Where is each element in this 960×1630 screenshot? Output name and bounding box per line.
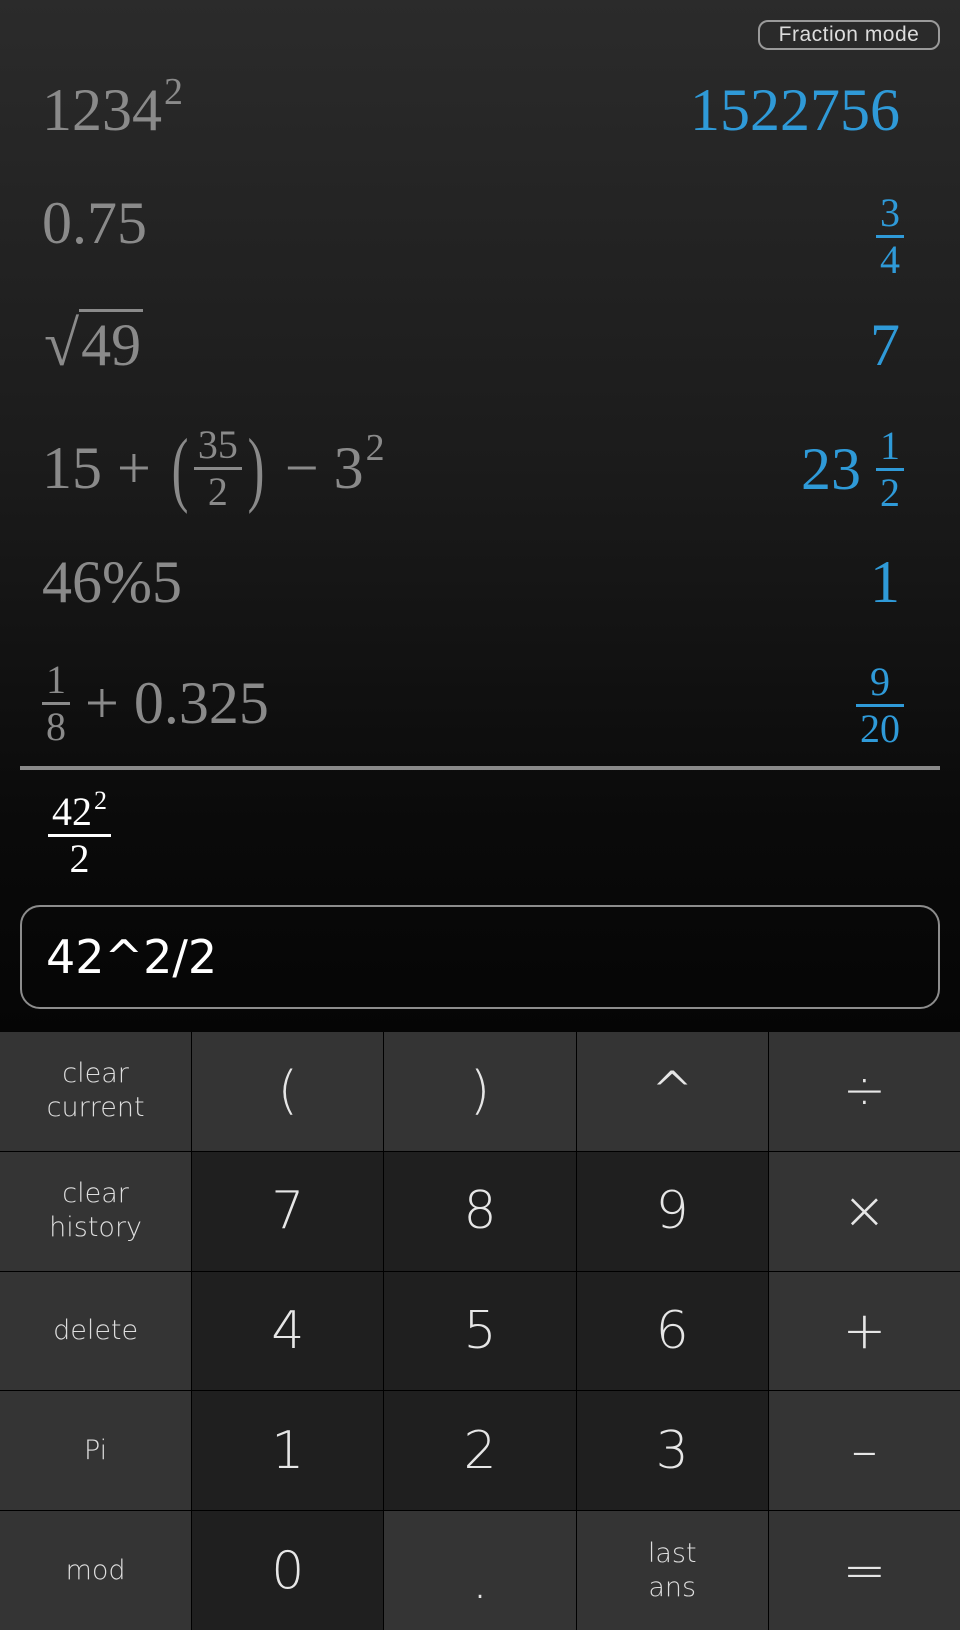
fraction-numerator: 9 — [870, 659, 890, 704]
plus-key[interactable]: + — [768, 1271, 960, 1391]
digit-8-key[interactable]: 8 — [384, 1151, 576, 1271]
expr-part: + 0.325 — [70, 670, 269, 736]
history-row[interactable]: √49 7 — [0, 305, 960, 385]
digit-5-key[interactable]: 5 — [384, 1271, 576, 1391]
clear-current-key[interactable]: clear current — [0, 1032, 192, 1151]
result-fraction: 9 20 — [856, 662, 904, 749]
last-answer-key[interactable]: last ans — [576, 1511, 768, 1630]
history-expression: 1 8 + 0.325 — [42, 660, 269, 747]
delete-key[interactable]: delete — [0, 1271, 192, 1391]
expr-fraction: 35 2 — [193, 422, 242, 514]
history-expression: 46%5 — [42, 549, 182, 615]
digit-7-key[interactable]: 7 — [192, 1151, 384, 1271]
history-result: 3 4 — [876, 193, 904, 280]
digit-3-key[interactable]: 3 — [576, 1391, 768, 1511]
digit-9-key[interactable]: 9 — [576, 1151, 768, 1271]
fraction-numerator: 1 — [880, 423, 900, 468]
square-root: √49 — [44, 307, 144, 381]
history-expression: 15 + ( 35 2 ) − 32 — [42, 420, 385, 517]
calculator-display: Fraction mode 12342 1522756 0.75 3 4 √49… — [0, 0, 960, 1032]
decimal-key[interactable]: . — [384, 1511, 576, 1630]
close-paren-key[interactable]: ) — [384, 1032, 576, 1151]
fraction-denominator: 2 — [880, 470, 900, 515]
digit-1-key[interactable]: 1 — [192, 1391, 384, 1511]
fraction-numerator: 35 — [197, 422, 238, 467]
history-expression: √49 — [44, 307, 144, 381]
history-divider — [20, 766, 940, 770]
open-paren-key[interactable]: ( — [192, 1032, 384, 1151]
fraction-numerator: 3 — [880, 190, 900, 235]
result-fraction: 1 2 — [876, 426, 904, 513]
history-result: 9 20 — [856, 662, 904, 749]
expression-preview: 422 2 — [48, 788, 111, 881]
history-result: 1522756 — [690, 77, 900, 143]
mod-key[interactable]: mod — [0, 1511, 192, 1630]
fraction-denominator: 8 — [46, 704, 66, 749]
history-result: 1 — [870, 549, 900, 615]
fraction-denominator: 20 — [860, 706, 900, 751]
expr-part: 15 + — [42, 435, 166, 501]
pi-key[interactable]: Pi — [0, 1391, 192, 1511]
fraction-mode-button[interactable]: Fraction mode — [758, 20, 940, 50]
preview-exponent: 2 — [94, 786, 107, 815]
history-row[interactable]: 1 8 + 0.325 9 20 — [0, 660, 960, 750]
fraction-numerator: 1 — [46, 657, 66, 702]
power-key[interactable]: ^ — [576, 1032, 768, 1151]
history-expression: 0.75 — [42, 190, 147, 256]
fraction-denominator: 4 — [880, 237, 900, 282]
radical-sign: √ — [44, 308, 80, 379]
radicand: 49 — [79, 309, 144, 378]
equals-key[interactable]: = — [768, 1511, 960, 1630]
expr-exponent: 2 — [365, 427, 385, 470]
preview-fraction: 422 2 — [48, 788, 111, 881]
preview-base: 42 — [52, 789, 92, 834]
minus-key[interactable]: – — [768, 1391, 960, 1511]
history-row[interactable]: 0.75 3 4 — [0, 185, 960, 280]
expr-fraction: 1 8 — [42, 660, 70, 747]
result-fraction: 3 4 — [876, 193, 904, 280]
expr-base: 1234 — [42, 77, 162, 143]
history-row[interactable]: 15 + ( 35 2 ) − 32 23 1 2 — [0, 420, 960, 520]
expr-exponent: 2 — [164, 71, 183, 113]
digit-0-key[interactable]: 0 — [192, 1511, 384, 1630]
digit-4-key[interactable]: 4 — [192, 1271, 384, 1391]
keypad: clear current ( ) ^ ÷ clear history 7 8 … — [0, 1032, 960, 1630]
digit-2-key[interactable]: 2 — [384, 1391, 576, 1511]
clear-history-key[interactable]: clear history — [0, 1151, 192, 1271]
expr-part: − 3 — [269, 435, 364, 501]
history-result: 23 1 2 — [801, 426, 904, 513]
multiply-key[interactable]: × — [768, 1151, 960, 1271]
result-whole: 23 — [801, 436, 861, 502]
divide-key[interactable]: ÷ — [768, 1032, 960, 1151]
digit-6-key[interactable]: 6 — [576, 1271, 768, 1391]
history-row[interactable]: 12342 1522756 — [0, 70, 960, 150]
history-expression: 12342 — [42, 71, 183, 145]
expression-input[interactable]: 42^2/2 — [20, 905, 940, 1009]
history-result: 7 — [870, 312, 900, 378]
fraction-denominator: 2 — [207, 469, 228, 514]
fraction-denominator: 2 — [69, 836, 90, 881]
fraction-numerator: 422 — [48, 788, 111, 834]
history-row[interactable]: 46%5 1 — [0, 548, 960, 628]
open-paren: ( — [171, 422, 189, 515]
close-paren: ) — [247, 422, 265, 515]
